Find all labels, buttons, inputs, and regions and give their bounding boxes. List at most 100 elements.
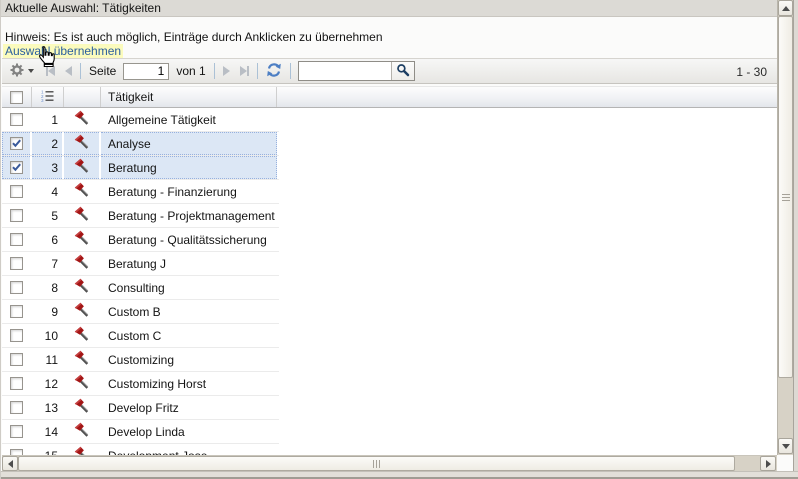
check-icon <box>11 138 22 149</box>
row-checkbox[interactable] <box>10 233 23 246</box>
table-row[interactable]: 14 Develop Linda <box>2 420 279 444</box>
row-type-cell <box>64 252 99 275</box>
row-type-cell <box>64 156 99 179</box>
row-checkbox-cell <box>2 444 30 455</box>
scroll-left-button[interactable] <box>2 456 18 471</box>
row-type-cell <box>64 324 99 347</box>
table-row[interactable]: 5 Beratung - Projektmanagement <box>2 204 279 228</box>
row-label: Develop Linda <box>101 420 277 443</box>
horizontal-scrollbar[interactable] <box>2 455 777 471</box>
row-number: 13 <box>32 396 62 419</box>
first-page-button[interactable] <box>43 61 58 81</box>
header-filler <box>277 87 777 107</box>
row-label: Custom C <box>101 324 277 347</box>
row-type-cell <box>64 132 99 155</box>
table-row[interactable]: 2 Analyse <box>2 132 279 156</box>
apply-selection-link[interactable]: Auswahl übernehmen <box>3 44 123 58</box>
row-type-cell <box>64 180 99 203</box>
search-input[interactable] <box>299 62 391 80</box>
table-row[interactable]: 15 Development Jose <box>2 444 279 455</box>
row-checkbox-cell <box>2 132 30 155</box>
row-number: 5 <box>32 204 62 227</box>
select-all-checkbox[interactable] <box>10 91 23 104</box>
row-label: Custom B <box>101 300 277 323</box>
table-row[interactable]: 11 Customizing <box>2 348 279 372</box>
page-title: Aktuelle Auswahl: Tätigkeiten <box>5 1 161 15</box>
activity-hammer-icon <box>74 350 90 369</box>
row-checkbox[interactable] <box>10 257 23 270</box>
row-checkbox[interactable] <box>10 377 23 390</box>
table-row[interactable]: 4 Beratung - Finanzierung <box>2 180 279 204</box>
row-number: 14 <box>32 420 62 443</box>
table-row[interactable]: 13 Develop Fritz <box>2 396 279 420</box>
activity-hammer-icon <box>74 302 90 321</box>
table-row[interactable]: 7 Beratung J <box>2 252 279 276</box>
row-number: 9 <box>32 300 62 323</box>
row-checkbox[interactable] <box>10 401 23 414</box>
row-checkbox-cell <box>2 324 30 347</box>
header-row-number-cell[interactable]: 1 2 3 <box>32 87 64 107</box>
row-checkbox[interactable] <box>10 137 23 150</box>
activity-hammer-icon <box>74 422 90 441</box>
row-type-cell <box>64 444 99 455</box>
row-number: 6 <box>32 228 62 251</box>
row-checkbox[interactable] <box>10 113 23 126</box>
row-checkbox[interactable] <box>10 353 23 366</box>
activity-hammer-icon <box>74 206 90 225</box>
last-page-button[interactable] <box>237 61 252 81</box>
row-label: Beratung <box>101 156 277 179</box>
table-row[interactable]: 1 Allgemeine Tätigkeit <box>2 108 279 132</box>
row-number: 8 <box>32 276 62 299</box>
row-checkbox[interactable] <box>10 161 23 174</box>
window-bottom-border <box>1 471 798 479</box>
table-row[interactable]: 9 Custom B <box>2 300 279 324</box>
row-checkbox[interactable] <box>10 185 23 198</box>
row-checkbox[interactable] <box>10 209 23 222</box>
row-checkbox-cell <box>2 276 30 299</box>
next-page-icon <box>223 66 230 76</box>
last-page-icon <box>240 66 249 76</box>
row-label: Develop Fritz <box>101 396 277 419</box>
arrow-up-icon <box>782 6 790 11</box>
check-icon <box>11 162 22 173</box>
row-label: Consulting <box>101 276 277 299</box>
scroll-right-button[interactable] <box>760 456 776 471</box>
header-activity-column[interactable]: Tätigkeit <box>101 87 277 107</box>
scroll-down-button[interactable] <box>778 438 793 454</box>
arrow-down-icon <box>782 444 790 449</box>
header-type-icon-cell[interactable] <box>64 87 101 107</box>
table-row[interactable]: 3 Beratung <box>2 156 279 180</box>
row-number: 2 <box>32 132 62 155</box>
activity-hammer-icon <box>74 254 90 273</box>
refresh-button[interactable] <box>263 61 285 81</box>
vertical-scroll-thumb[interactable] <box>778 16 793 378</box>
vertical-scrollbar[interactable] <box>777 0 793 455</box>
row-checkbox[interactable] <box>10 425 23 438</box>
horizontal-scroll-thumb[interactable] <box>18 456 735 471</box>
grid-toolbar: Seite von 1 <box>2 58 777 84</box>
magnifier-icon <box>396 63 410 80</box>
search-group <box>298 61 415 81</box>
row-checkbox[interactable] <box>10 305 23 318</box>
row-number: 4 <box>32 180 62 203</box>
refresh-icon <box>266 62 282 81</box>
activity-column-label: Tätigkeit <box>108 90 153 104</box>
scroll-up-button[interactable] <box>778 0 793 16</box>
row-type-cell <box>64 372 99 395</box>
activity-hammer-icon <box>74 446 90 455</box>
table-row[interactable]: 8 Consulting <box>2 276 279 300</box>
row-checkbox-cell <box>2 180 30 203</box>
row-checkbox[interactable] <box>10 281 23 294</box>
search-button[interactable] <box>391 62 414 80</box>
page-number-input[interactable] <box>123 63 169 80</box>
table-row[interactable]: 10 Custom C <box>2 324 279 348</box>
row-checkbox[interactable] <box>10 329 23 342</box>
settings-button[interactable] <box>6 61 37 81</box>
row-type-cell <box>64 228 99 251</box>
row-number: 1 <box>32 108 62 131</box>
prev-page-button[interactable] <box>62 61 75 81</box>
table-row[interactable]: 6 Beratung - Qualitätssicherung <box>2 228 279 252</box>
table-row[interactable]: 12 Customizing Horst <box>2 372 279 396</box>
toolbar-separator <box>80 63 81 79</box>
next-page-button[interactable] <box>220 61 233 81</box>
